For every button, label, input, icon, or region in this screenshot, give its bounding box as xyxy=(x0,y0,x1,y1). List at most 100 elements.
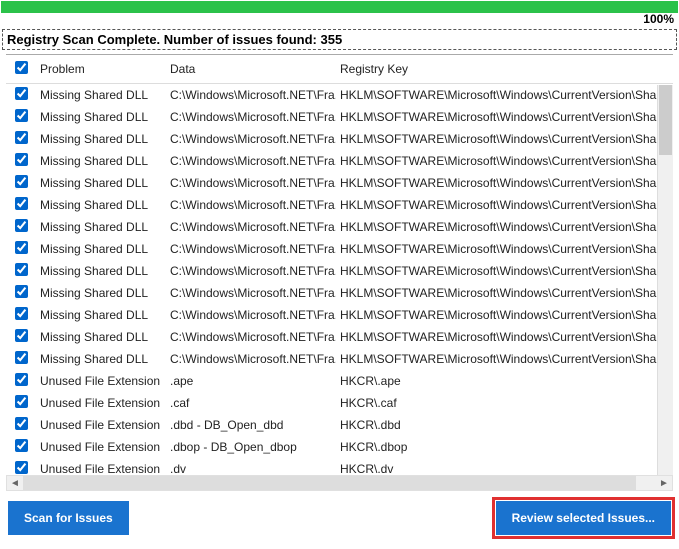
row-checkbox[interactable] xyxy=(15,285,28,298)
results-table-scroll[interactable]: Problem Data Registry Key Missing Shared… xyxy=(6,55,673,475)
table-row[interactable]: Missing Shared DLLC:\Windows\Microsoft.N… xyxy=(6,150,673,172)
table-row[interactable]: Missing Shared DLLC:\Windows\Microsoft.N… xyxy=(6,260,673,282)
row-registry-key: HKCR\.ape xyxy=(336,370,673,392)
table-row[interactable]: Unused File Extension.apeHKCR\.ape xyxy=(6,370,673,392)
row-data: C:\Windows\Microsoft.NET\Fra... xyxy=(166,348,336,370)
row-registry-key: HKLM\SOFTWARE\Microsoft\Windows\CurrentV… xyxy=(336,216,673,238)
row-registry-key: HKLM\SOFTWARE\Microsoft\Windows\CurrentV… xyxy=(336,260,673,282)
row-registry-key: HKLM\SOFTWARE\Microsoft\Windows\CurrentV… xyxy=(336,194,673,216)
row-checkbox-cell xyxy=(6,326,36,348)
horizontal-scrollbar[interactable]: ◄ ► xyxy=(6,475,673,491)
horizontal-scrollbar-track[interactable] xyxy=(23,476,656,490)
scan-status-text: Registry Scan Complete. Number of issues… xyxy=(2,29,677,50)
table-row[interactable]: Missing Shared DLLC:\Windows\Microsoft.N… xyxy=(6,304,673,326)
row-registry-key: HKLM\SOFTWARE\Microsoft\Windows\CurrentV… xyxy=(336,282,673,304)
row-checkbox-cell xyxy=(6,238,36,260)
row-checkbox[interactable] xyxy=(15,153,28,166)
row-checkbox[interactable] xyxy=(15,417,28,430)
table-row[interactable]: Missing Shared DLLC:\Windows\Microsoft.N… xyxy=(6,194,673,216)
row-data: C:\Windows\Microsoft.NET\Fra... xyxy=(166,282,336,304)
row-data: C:\Windows\Microsoft.NET\Fra... xyxy=(166,326,336,348)
scroll-right-arrow-icon[interactable]: ► xyxy=(656,476,672,490)
table-header-row: Problem Data Registry Key xyxy=(6,55,673,84)
row-checkbox-cell xyxy=(6,128,36,150)
row-registry-key: HKLM\SOFTWARE\Microsoft\Windows\CurrentV… xyxy=(336,348,673,370)
row-checkbox[interactable] xyxy=(15,373,28,386)
row-checkbox[interactable] xyxy=(15,175,28,188)
table-row[interactable]: Missing Shared DLLC:\Windows\Microsoft.N… xyxy=(6,172,673,194)
row-data: .dv xyxy=(166,458,336,475)
row-checkbox-cell xyxy=(6,172,36,194)
row-problem: Missing Shared DLL xyxy=(36,304,166,326)
vertical-scrollbar[interactable] xyxy=(657,85,673,475)
table-row[interactable]: Unused File Extension.cafHKCR\.caf xyxy=(6,392,673,414)
row-registry-key: HKLM\SOFTWARE\Microsoft\Windows\CurrentV… xyxy=(336,106,673,128)
row-data: C:\Windows\Microsoft.NET\Fra... xyxy=(166,106,336,128)
row-checkbox[interactable] xyxy=(15,219,28,232)
row-problem: Missing Shared DLL xyxy=(36,216,166,238)
scroll-left-arrow-icon[interactable]: ◄ xyxy=(7,476,23,490)
table-row[interactable]: Unused File Extension.dbop - DB_Open_dbo… xyxy=(6,436,673,458)
table-row[interactable]: Missing Shared DLLC:\Windows\Microsoft.N… xyxy=(6,128,673,150)
row-checkbox-cell xyxy=(6,348,36,370)
column-header-data[interactable]: Data xyxy=(166,55,336,84)
row-checkbox[interactable] xyxy=(15,351,28,364)
row-data: C:\Windows\Microsoft.NET\Fra... xyxy=(166,128,336,150)
row-data: C:\Windows\Microsoft.NET\Fra... xyxy=(166,194,336,216)
scan-for-issues-button[interactable]: Scan for Issues xyxy=(8,501,129,535)
row-data: C:\Windows\Microsoft.NET\Fra... xyxy=(166,304,336,326)
row-registry-key: HKLM\SOFTWARE\Microsoft\Windows\CurrentV… xyxy=(336,172,673,194)
row-registry-key: HKCR\.dbd xyxy=(336,414,673,436)
row-checkbox[interactable] xyxy=(15,395,28,408)
row-checkbox-cell xyxy=(6,436,36,458)
row-checkbox-cell xyxy=(6,458,36,475)
results-table: Problem Data Registry Key Missing Shared… xyxy=(6,55,673,475)
row-checkbox[interactable] xyxy=(15,87,28,100)
row-data: C:\Windows\Microsoft.NET\Fra... xyxy=(166,238,336,260)
column-header-problem[interactable]: Problem xyxy=(36,55,166,84)
row-data: .ape xyxy=(166,370,336,392)
table-row[interactable]: Unused File Extension.dbd - DB_Open_dbdH… xyxy=(6,414,673,436)
row-problem: Missing Shared DLL xyxy=(36,348,166,370)
row-checkbox[interactable] xyxy=(15,109,28,122)
row-registry-key: HKLM\SOFTWARE\Microsoft\Windows\CurrentV… xyxy=(336,128,673,150)
row-checkbox[interactable] xyxy=(15,263,28,276)
row-checkbox[interactable] xyxy=(15,439,28,452)
row-checkbox[interactable] xyxy=(15,241,28,254)
review-selected-issues-button[interactable]: Review selected Issues... xyxy=(496,501,671,535)
column-header-key[interactable]: Registry Key xyxy=(336,55,673,84)
row-data: .dbd - DB_Open_dbd xyxy=(166,414,336,436)
table-row[interactable]: Unused File Extension.dvHKCR\.dv xyxy=(6,458,673,475)
vertical-scrollbar-thumb[interactable] xyxy=(659,85,672,155)
table-row[interactable]: Missing Shared DLLC:\Windows\Microsoft.N… xyxy=(6,282,673,304)
row-checkbox-cell xyxy=(6,260,36,282)
row-checkbox-cell xyxy=(6,84,36,107)
table-row[interactable]: Missing Shared DLLC:\Windows\Microsoft.N… xyxy=(6,84,673,107)
row-problem: Unused File Extension xyxy=(36,414,166,436)
select-all-checkbox[interactable] xyxy=(15,61,28,74)
row-checkbox-cell xyxy=(6,216,36,238)
row-checkbox-cell xyxy=(6,414,36,436)
progress-percent: 100% xyxy=(1,12,678,26)
table-row[interactable]: Missing Shared DLLC:\Windows\Microsoft.N… xyxy=(6,106,673,128)
row-data: C:\Windows\Microsoft.NET\Fra... xyxy=(166,260,336,282)
horizontal-scrollbar-thumb[interactable] xyxy=(23,476,636,490)
row-data: C:\Windows\Microsoft.NET\Fra... xyxy=(166,172,336,194)
row-problem: Missing Shared DLL xyxy=(36,128,166,150)
table-row[interactable]: Missing Shared DLLC:\Windows\Microsoft.N… xyxy=(6,238,673,260)
row-problem: Unused File Extension xyxy=(36,370,166,392)
table-row[interactable]: Missing Shared DLLC:\Windows\Microsoft.N… xyxy=(6,216,673,238)
row-checkbox[interactable] xyxy=(15,329,28,342)
row-problem: Missing Shared DLL xyxy=(36,84,166,107)
row-problem: Unused File Extension xyxy=(36,436,166,458)
table-row[interactable]: Missing Shared DLLC:\Windows\Microsoft.N… xyxy=(6,326,673,348)
row-problem: Missing Shared DLL xyxy=(36,150,166,172)
row-registry-key: HKCR\.caf xyxy=(336,392,673,414)
row-checkbox-cell xyxy=(6,150,36,172)
row-problem: Missing Shared DLL xyxy=(36,260,166,282)
row-checkbox[interactable] xyxy=(15,197,28,210)
row-checkbox[interactable] xyxy=(15,307,28,320)
row-checkbox[interactable] xyxy=(15,461,28,474)
row-checkbox[interactable] xyxy=(15,131,28,144)
table-row[interactable]: Missing Shared DLLC:\Windows\Microsoft.N… xyxy=(6,348,673,370)
